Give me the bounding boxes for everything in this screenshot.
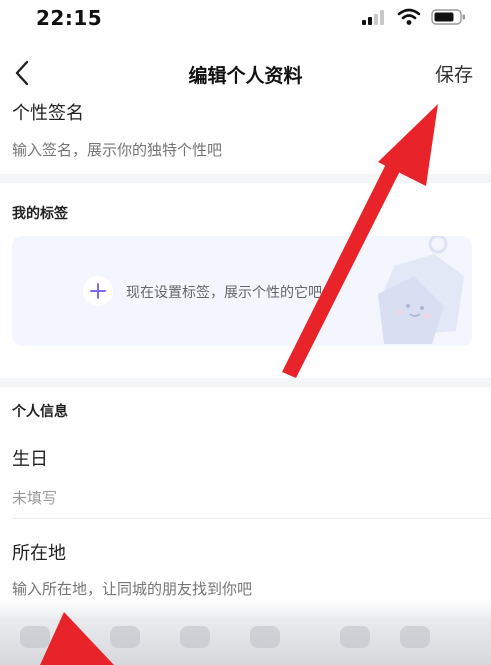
status-time: 22:15 [36, 6, 103, 30]
row-divider [12, 518, 491, 519]
signature-input[interactable] [12, 141, 452, 159]
signature-label: 个性签名 [12, 103, 84, 124]
wifi-icon [397, 8, 421, 25]
tags-section-title: 我的标签 [12, 206, 68, 222]
blurred-key [400, 626, 430, 648]
plus-icon [90, 283, 106, 299]
blurred-key [110, 626, 140, 648]
blurred-key [20, 626, 50, 648]
location-input[interactable] [12, 580, 452, 598]
blurred-key [340, 626, 370, 648]
location-label: 所在地 [12, 543, 66, 564]
birthday-value[interactable]: 未填写 [12, 487, 452, 508]
save-button[interactable]: 保存 [435, 60, 473, 87]
cellular-signal-icon [362, 10, 384, 25]
tag-illustration [378, 236, 464, 344]
section-divider [0, 174, 491, 183]
blurred-key [250, 626, 280, 648]
tag-prompt-text: 现在设置标签，展示个性的它吧 [126, 285, 322, 301]
nav-bar: 编辑个人资料 保存 [0, 48, 491, 98]
status-icons [361, 8, 467, 26]
section-divider [0, 378, 491, 387]
blurred-key [180, 626, 210, 648]
set-tags-card[interactable]: 现在设置标签，展示个性的它吧 [12, 236, 472, 346]
birthday-label: 生日 [12, 449, 48, 470]
battery-icon [431, 9, 465, 25]
personal-info-section-title: 个人信息 [12, 404, 68, 420]
status-bar: 22:15 [0, 0, 491, 36]
page-title: 编辑个人资料 [188, 65, 303, 87]
add-tag-button[interactable] [83, 276, 113, 306]
